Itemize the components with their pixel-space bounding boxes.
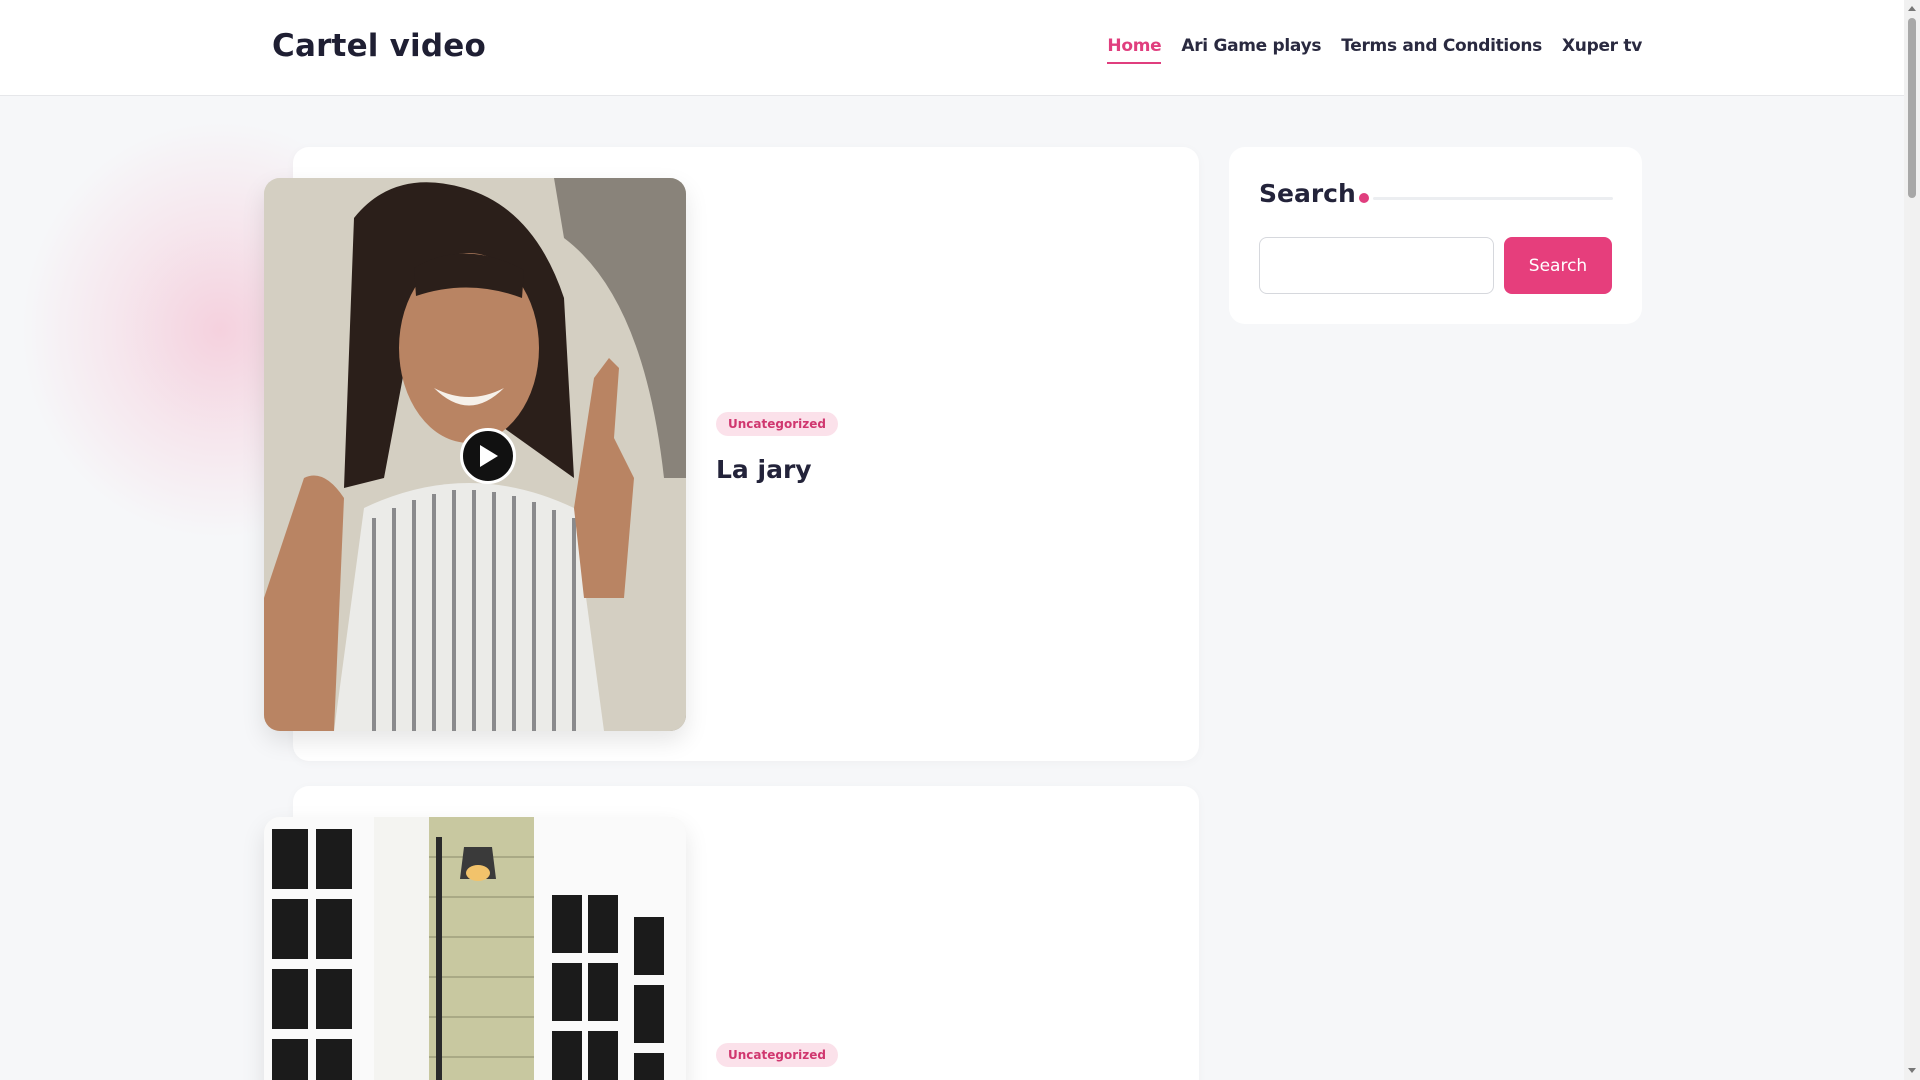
post-title[interactable]: La jary [716,455,812,484]
scroll-up-icon[interactable] [1908,6,1916,11]
widget-title: Search [1259,179,1356,208]
scrollbar[interactable] [1904,0,1920,1080]
scroll-down-icon[interactable] [1908,1068,1916,1073]
play-icon [480,445,498,467]
category-badge[interactable]: Uncategorized [716,1043,838,1067]
nav-item-terms-and-conditions[interactable]: Terms and Conditions [1341,36,1542,64]
category-badge[interactable]: Uncategorized [716,412,838,436]
post-thumbnail[interactable] [264,817,686,1080]
main-nav: Home Ari Game plays Terms and Conditions… [1107,36,1642,64]
search-input[interactable] [1259,237,1494,294]
nav-item-xuper-tv[interactable]: Xuper tv [1562,36,1642,64]
nav-item-home[interactable]: Home [1107,36,1162,64]
thumbnail-illustration [264,817,686,1080]
search-button[interactable]: Search [1504,237,1612,294]
nav-item-ari-game-plays[interactable]: Ari Game plays [1181,36,1321,64]
scroll-thumb[interactable] [1908,18,1916,198]
title-accent-dot [1359,193,1369,203]
post-thumbnail[interactable] [264,178,686,731]
site-header: Cartel video Home Ari Game plays Terms a… [0,0,1904,96]
title-divider [1373,197,1613,200]
play-button[interactable] [460,428,516,484]
search-widget: Search Search [1229,147,1642,324]
site-title[interactable]: Cartel video [272,28,486,64]
